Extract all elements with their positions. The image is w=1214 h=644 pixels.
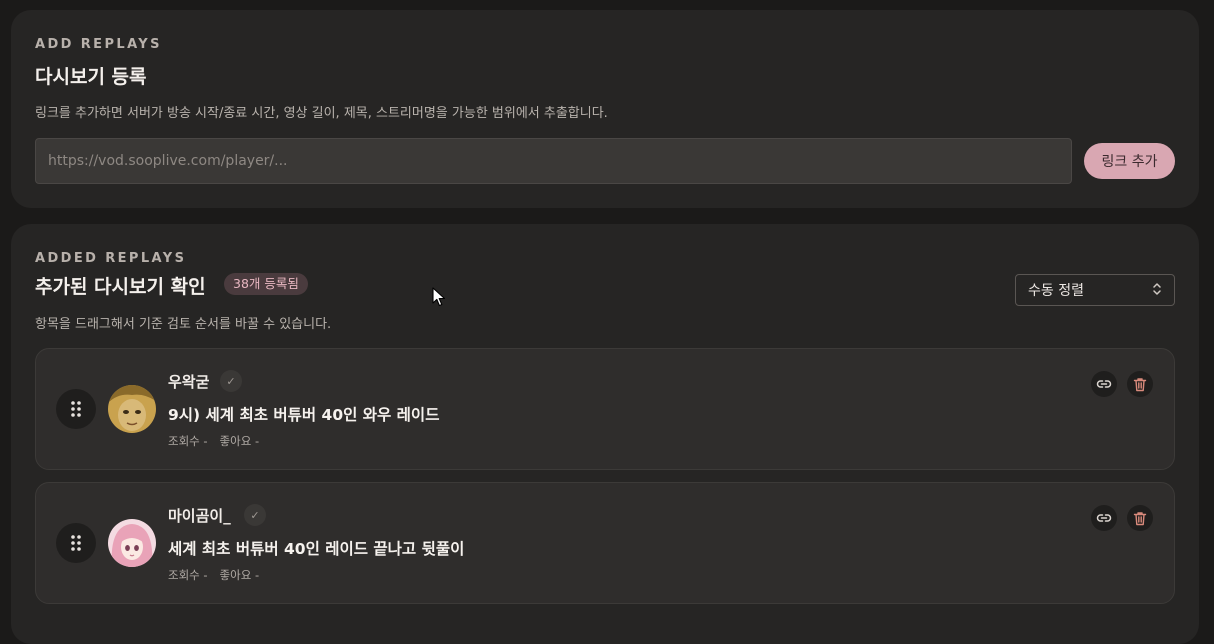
avatar — [108, 385, 156, 433]
streamer-name: 마이곰이_ — [168, 507, 231, 525]
video-title: 세계 최초 버튜버 40인 레이드 끝나고 뒷풀이 — [168, 540, 465, 558]
add-replays-panel: ADD REPLAYS 다시보기 등록 링크를 추가하면 서버가 방송 시작/종… — [11, 10, 1199, 208]
check-icon: ✓ — [244, 504, 266, 526]
mouse-cursor-icon — [432, 287, 446, 307]
streamer-name: 우왁굳 — [168, 373, 210, 391]
list-section-title: 추가된 다시보기 확인 — [35, 276, 206, 298]
replay-url-input[interactable] — [35, 138, 1072, 184]
list-section-eyebrow: ADDED REPLAYS — [35, 251, 187, 266]
likes-count: 좋아요 - — [219, 568, 260, 582]
list-section-description: 항목을 드래그해서 기준 검토 순서를 바꿀 수 있습니다. — [35, 317, 332, 332]
add-section-description: 링크를 추가하면 서버가 방송 시작/종료 시간, 영상 길이, 제목, 스트리… — [35, 106, 608, 121]
drag-handle[interactable] — [56, 389, 96, 429]
video-stats: 조회수 - 좋아요 - — [168, 567, 259, 583]
likes-count: 좋아요 - — [219, 434, 260, 448]
drag-handle-icon — [71, 401, 81, 417]
video-title: 9시) 세계 최초 버튜버 40인 와우 레이드 — [168, 406, 440, 424]
registered-count-badge: 38개 등록됨 — [224, 273, 308, 295]
views-count: 조회수 - — [168, 568, 208, 582]
link-icon — [1096, 514, 1112, 522]
views-count: 조회수 - — [168, 434, 208, 448]
trash-icon — [1133, 377, 1147, 391]
add-section-title: 다시보기 등록 — [35, 66, 147, 88]
sort-select-value: 수동 정렬 — [1028, 283, 1084, 299]
open-link-button[interactable] — [1091, 371, 1117, 397]
replay-card[interactable]: 우왁굳 ✓ 9시) 세계 최초 버튜버 40인 와우 레이드 조회수 - 좋아요 … — [35, 348, 1175, 470]
avatar — [108, 519, 156, 567]
replay-card[interactable]: 마이곰이_ ✓ 세계 최초 버튜버 40인 레이드 끝나고 뒷풀이 조회수 - 좋… — [35, 482, 1175, 604]
drag-handle[interactable] — [56, 523, 96, 563]
drag-handle-icon — [71, 535, 81, 551]
delete-button[interactable] — [1127, 505, 1153, 531]
trash-icon — [1133, 511, 1147, 525]
check-icon: ✓ — [220, 370, 242, 392]
link-icon — [1096, 380, 1112, 388]
sort-select[interactable]: 수동 정렬 — [1015, 274, 1175, 306]
chevron-up-down-icon — [1152, 282, 1162, 298]
add-section-eyebrow: ADD REPLAYS — [35, 37, 162, 52]
open-link-button[interactable] — [1091, 505, 1117, 531]
delete-button[interactable] — [1127, 371, 1153, 397]
video-stats: 조회수 - 좋아요 - — [168, 433, 259, 449]
add-link-button[interactable]: 링크 추가 — [1084, 143, 1175, 179]
added-replays-panel: ADDED REPLAYS 추가된 다시보기 확인 38개 등록됨 수동 정렬 … — [11, 224, 1199, 644]
